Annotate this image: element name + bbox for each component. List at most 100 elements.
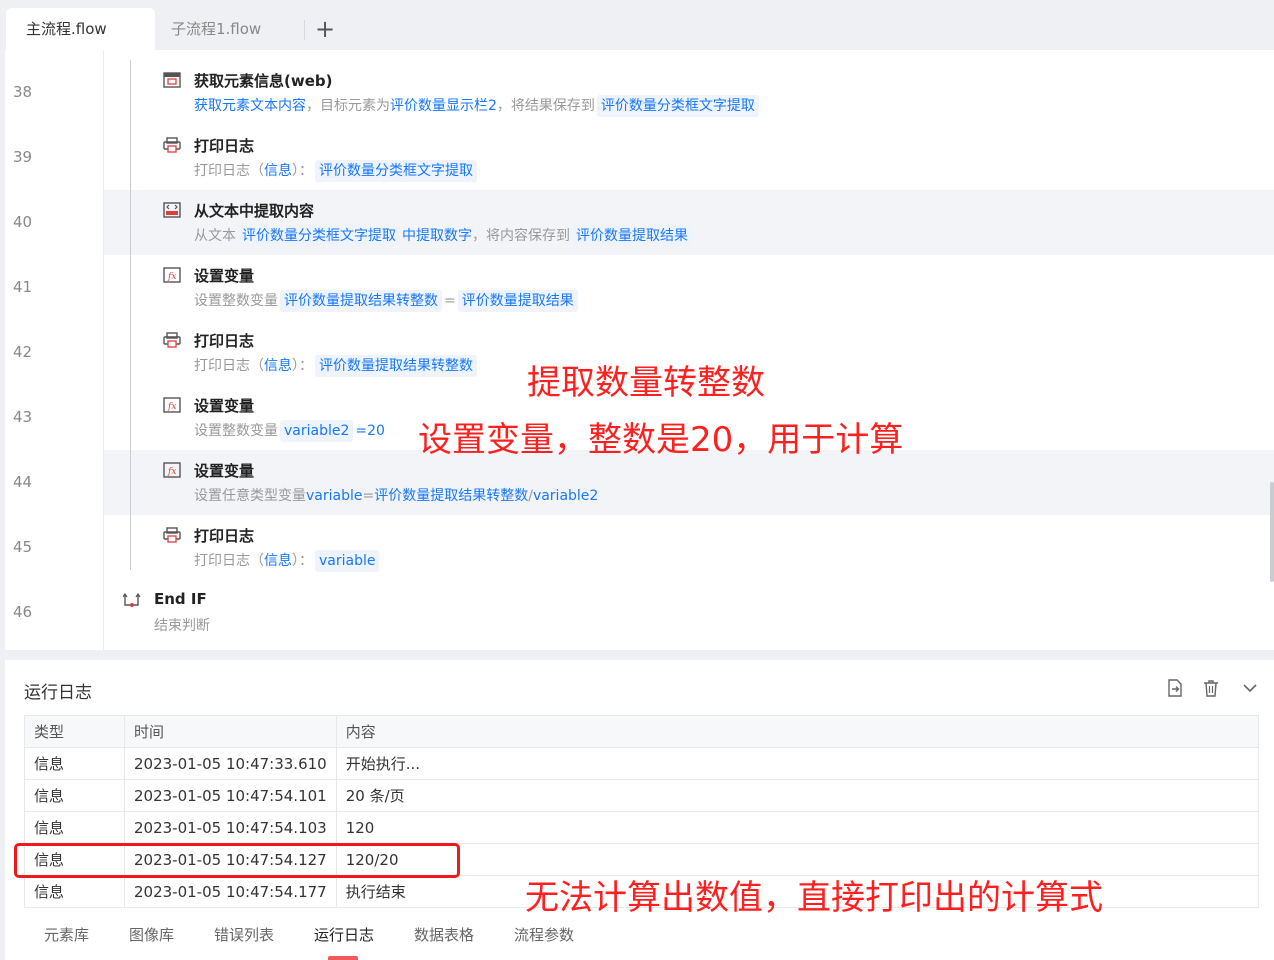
- active-tab-indicator: [328, 956, 358, 960]
- variable-icon: fx: [163, 267, 181, 283]
- step-title: 设置变量: [194, 462, 255, 480]
- svg-text:fx: fx: [167, 402, 176, 412]
- web-element-icon: [163, 72, 181, 88]
- variable-chip[interactable]: variable: [315, 550, 380, 572]
- step-title: 打印日志: [194, 332, 255, 350]
- tab-flow-params[interactable]: 流程参数: [514, 924, 574, 945]
- log-content: 20 条/页: [335, 779, 1260, 812]
- annotation-convert: 提取数量转整数: [527, 363, 765, 403]
- description-segment: 信息: [264, 553, 292, 569]
- flow-step-38[interactable]: 38 获取元素信息(web) 获取元素文本内容，目标元素为评价数量显示栏2，将结…: [5, 60, 1274, 125]
- step-description: 设置任意类型变量 variable = 评价数量提取结果转整数 / variab…: [194, 485, 598, 507]
- tab-main-flow[interactable]: 主流程.flow: [6, 8, 155, 50]
- line-number: 40: [13, 213, 33, 231]
- end-if-icon: [123, 592, 141, 607]
- flow-step-45[interactable]: 45 打印日志 打印日志（信息）： variable: [5, 515, 1274, 580]
- log-type: 信息: [24, 779, 125, 812]
- step-title: 打印日志: [194, 527, 255, 545]
- flow-scrollbar[interactable]: [1270, 482, 1274, 582]
- description-segment: ）：: [292, 163, 313, 179]
- annotation-set-variable: 设置变量，整数是20，用于计算: [418, 420, 904, 460]
- description-segment: 结束判断: [154, 618, 210, 634]
- description-segment: 打印日志（: [194, 553, 264, 569]
- step-title: 设置变量: [194, 397, 255, 415]
- svg-text:fx: fx: [167, 272, 176, 282]
- description-segment: ，将内容保存到: [472, 228, 570, 244]
- tab-run-log[interactable]: 运行日志: [314, 924, 374, 945]
- description-segment: ）：: [292, 358, 313, 374]
- variable-chip[interactable]: 评价数量提取结果转整数: [280, 290, 442, 312]
- tab-sub-flow[interactable]: 子流程1.flow: [155, 8, 305, 50]
- log-header-row: 类型 时间 内容: [24, 715, 1260, 748]
- tab-image-library[interactable]: 图像库: [129, 924, 174, 945]
- tab-divider: [304, 20, 305, 40]
- log-content: 开始执行...: [335, 747, 1260, 780]
- step-description: 结束判断: [154, 615, 210, 637]
- line-number: 46: [13, 603, 33, 621]
- step-title: 获取元素信息(web): [194, 72, 333, 90]
- description-segment: 打印日志（: [194, 358, 264, 374]
- tab-element-library[interactable]: 元素库: [44, 924, 89, 945]
- description-segment: 评价数量提取结果转整数: [374, 488, 529, 504]
- flow-editor: 38 获取元素信息(web) 获取元素文本内容，目标元素为评价数量显示栏2，将结…: [5, 50, 1274, 650]
- step-title: 设置变量: [194, 267, 255, 285]
- log-type: 信息: [24, 875, 125, 908]
- variable-chip[interactable]: 评价数量分类框文字提取: [596, 95, 759, 117]
- variable-chip[interactable]: 评价数量提取结果转整数: [315, 355, 477, 377]
- step-description: 设置整数变量 评价数量提取结果转整数 = 评价数量提取结果: [194, 290, 580, 312]
- variable-chip[interactable]: 评价数量分类框文字提取: [315, 160, 477, 182]
- highlight-box: [14, 843, 460, 878]
- step-description: 从文本 评价数量分类框文字提取 中提取数字，将内容保存到 评价数量提取结果: [194, 225, 694, 247]
- log-type: 信息: [24, 811, 125, 844]
- description-segment: 获取元素文本内容: [194, 98, 306, 114]
- log-content: 120: [335, 811, 1260, 844]
- col-content: 内容: [335, 715, 1260, 748]
- description-segment: 设置整数变量: [194, 293, 278, 309]
- step-title: 打印日志: [194, 137, 255, 155]
- log-row[interactable]: 信息 2023-01-05 10:47:54.103 120: [24, 811, 1260, 844]
- printer-icon: [163, 137, 181, 153]
- flow-step-41[interactable]: 41 fx 设置变量 设置整数变量 评价数量提取结果转整数 = 评价数量提取结果: [5, 255, 1274, 320]
- description-segment: 信息: [264, 163, 292, 179]
- line-number: 45: [13, 538, 33, 556]
- description-segment: =: [362, 488, 375, 504]
- log-panel-title: 运行日志: [24, 683, 92, 703]
- line-number: 38: [13, 83, 33, 101]
- log-time: 2023-01-05 10:47:54.103: [124, 811, 337, 844]
- description-segment: ，将结果保存到: [496, 98, 595, 114]
- variable-chip[interactable]: 评价数量提取结果: [457, 290, 578, 312]
- step-title: End IF: [154, 590, 207, 608]
- description-segment: 从文本: [194, 228, 236, 244]
- printer-icon: [163, 527, 181, 543]
- description-segment: =20: [355, 423, 385, 439]
- log-time: 2023-01-05 10:47:33.610: [124, 747, 337, 780]
- log-time: 2023-01-05 10:47:54.101: [124, 779, 337, 812]
- bottom-tab-bar: 元素库 图像库 错误列表 运行日志 数据表格 流程参数: [0, 918, 1274, 956]
- variable-chip[interactable]: variable2: [280, 420, 354, 442]
- flow-step-39[interactable]: 39 打印日志 打印日志（信息）： 评价数量分类框文字提取: [5, 125, 1274, 190]
- printer-icon: [163, 332, 181, 348]
- col-time: 时间: [124, 715, 337, 748]
- description-segment: 设置任意类型变量: [194, 488, 306, 504]
- chevron-down-icon[interactable]: [1240, 678, 1260, 698]
- trash-icon[interactable]: [1201, 678, 1221, 698]
- step-description: 打印日志（信息）： variable: [194, 550, 381, 572]
- tab-data-table[interactable]: 数据表格: [414, 924, 474, 945]
- description-segment: 打印日志（: [194, 163, 264, 179]
- log-row[interactable]: 信息 2023-01-05 10:47:33.610 开始执行...: [24, 747, 1260, 780]
- variable-chip[interactable]: 评价数量提取结果: [572, 225, 692, 247]
- line-number: 39: [13, 148, 33, 166]
- tab-error-list[interactable]: 错误列表: [214, 924, 274, 945]
- description-segment: 中提取数字: [402, 228, 472, 244]
- log-row[interactable]: 信息 2023-01-05 10:47:54.101 20 条/页: [24, 779, 1260, 812]
- description-segment: 信息: [264, 358, 292, 374]
- line-number: 41: [13, 278, 33, 296]
- branch-connector: [130, 60, 131, 570]
- svg-text:fx: fx: [167, 467, 176, 477]
- flow-step-46[interactable]: 46 End IF 结束判断: [5, 580, 1274, 645]
- variable-chip[interactable]: 评价数量分类框文字提取: [238, 225, 400, 247]
- flow-step-40[interactable]: 40 从文本中提取内容 从文本 评价数量分类框文字提取 中提取数字，将内容保存到 评价…: [5, 190, 1274, 255]
- line-number: 44: [13, 473, 33, 491]
- export-icon[interactable]: [1165, 678, 1185, 698]
- add-tab-button[interactable]: +: [312, 14, 338, 44]
